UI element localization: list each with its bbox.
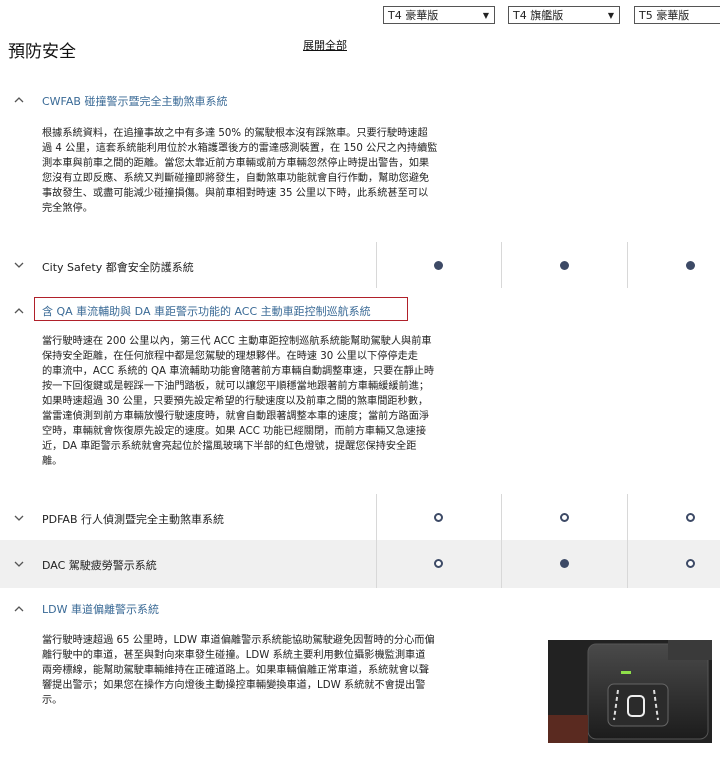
desc-line: 響提出警示；如果您在操作方向燈後主動操控車輛變換車道，LDW 系統就不會提出警 <box>42 680 426 691</box>
desc-line: 過 4 公里，這套系統能利用位於水箱護罩後方的雷達感測裝置，在 150 公尺之內… <box>42 143 438 154</box>
version-select-3[interactable]: T5 豪華版 <box>634 6 720 24</box>
desc-line: 離。 <box>42 456 63 467</box>
chevron-up-icon[interactable] <box>14 604 24 615</box>
section-desc-ldw: 當行駛時速超過 65 公里時，LDW 車道偏離警示系統能協助駕駛避免因暫時的分心… <box>42 633 502 708</box>
availability-dot <box>434 559 443 568</box>
availability-dot <box>434 261 443 270</box>
expand-all-link[interactable]: 展開全部 <box>303 37 347 53</box>
desc-line: 您沒有立即反應、系統又判斷碰撞即將發生，自動煞車功能就會自行作動，幫助您避免 <box>42 173 430 184</box>
section-title-dac[interactable]: DAC 駕駛疲勞警示系統 <box>42 557 157 573</box>
column-divider <box>376 540 377 588</box>
desc-line: 近，DA 車距警示系統就會亮起位於擋風玻璃下半部的紅色燈號，提醒您保持安全距 <box>42 441 417 452</box>
desc-line: 離行駛中的車道，甚至與對向來車發生碰撞。LDW 系統主要利用數位攝影機監測車道 <box>42 650 426 661</box>
availability-dot <box>686 261 695 270</box>
chevron-down-icon[interactable] <box>14 514 24 525</box>
section-title-cwfab[interactable]: CWFAB 碰撞警示暨完全主動煞車系統 <box>42 93 227 109</box>
availability-dot <box>560 261 569 270</box>
chevron-down-icon[interactable] <box>14 560 24 571</box>
section-title-city-safety[interactable]: City Safety 都會安全防護系統 <box>42 259 194 275</box>
version-select-2-label: T4 旗艦版 <box>513 9 564 22</box>
desc-line: 示。 <box>42 695 63 706</box>
column-divider <box>501 494 502 540</box>
column-divider <box>376 494 377 540</box>
section-title-pdfab[interactable]: PDFAB 行人偵測暨完全主動煞車系統 <box>42 511 224 527</box>
column-divider <box>627 242 628 288</box>
section-title-acc[interactable]: 含 QA 車流輔助與 DA 車距警示功能的 ACC 主動車距控制巡航系統 <box>42 303 371 319</box>
version-select-1-label: T4 豪華版 <box>388 9 439 22</box>
version-select-1[interactable]: T4 豪華版 ▼ <box>383 6 495 24</box>
desc-line: 測本車與前車之間的距離。當您太靠近前方車輛或前方車輛忽然停止時提出警告，如果 <box>42 158 430 169</box>
version-select-2[interactable]: T4 旗艦版 ▼ <box>508 6 620 24</box>
desc-line: 如果時速超過 30 公里，只要預先設定希望的行駛速度以及前車之間的煞車間距秒數， <box>42 396 429 407</box>
desc-line: 事故發生、或盡可能減少碰撞損傷。與前車相對時速 35 公里以下時，此系統甚至可以 <box>42 188 429 199</box>
column-divider <box>627 540 628 588</box>
dropdown-arrow-icon: ▼ <box>607 11 614 20</box>
chevron-down-icon[interactable] <box>14 261 24 272</box>
column-divider <box>376 242 377 288</box>
desc-line: 的車流中，ACC 系統的 QA 車流輔助功能會隨著前方車輛自動調整車速，只要在靜… <box>42 366 435 377</box>
section-desc-cwfab: 根據系統資料，在追撞事故之中有多達 50% 的駕駛根本沒有踩煞車。只要行駛時速超… <box>42 126 437 216</box>
section-desc-acc: 當行駛時速在 200 公里以內，第三代 ACC 主動車距控制巡航系統能幫助駕駛人… <box>42 334 434 469</box>
chevron-up-icon[interactable] <box>14 95 24 106</box>
availability-dot <box>686 559 695 568</box>
desc-line: 按一下回復鍵或是輕踩一下油門踏板，就可以讓您平順穩當地跟著前方車輛緩緩前進； <box>42 381 430 392</box>
column-divider <box>501 540 502 588</box>
desc-line: 保持安全距離，在任何旅程中都是您駕駛的理想夥伴。在時速 30 公里以下停停走走 <box>42 351 418 362</box>
desc-line: 當雷達偵測到前方車輛放慢行駛速度時，就會自動跟著調整本車的速度；當前方路面淨 <box>42 411 430 422</box>
chevron-up-icon[interactable] <box>14 306 24 317</box>
column-divider <box>627 494 628 540</box>
desc-line: 根據系統資料，在追撞事故之中有多達 50% 的駕駛根本沒有踩煞車。只要行駛時速超 <box>42 128 428 139</box>
section-title-ldw[interactable]: LDW 車道偏離警示系統 <box>42 601 159 617</box>
availability-dot <box>560 559 569 568</box>
page-title: 預防安全 <box>8 42 76 62</box>
ldw-dashboard-image <box>548 640 712 743</box>
desc-line: 完全煞停。 <box>42 203 93 214</box>
availability-dot <box>434 513 443 522</box>
dropdown-arrow-icon: ▼ <box>482 11 489 20</box>
desc-line: 兩旁標線，能幫助駕駛車輛維持在正確道路上。如果車輛偏離正常車道，系統就會以聲 <box>42 665 430 676</box>
version-select-3-label: T5 豪華版 <box>639 9 690 22</box>
column-divider <box>501 242 502 288</box>
desc-line: 當行駛時速超過 65 公里時，LDW 車道偏離警示系統能協助駕駛避免因暫時的分心… <box>42 635 435 646</box>
desc-line: 當行駛時速在 200 公里以內，第三代 ACC 主動車距控制巡航系統能幫助駕駛人… <box>42 336 432 347</box>
availability-dot <box>560 513 569 522</box>
availability-dot <box>686 513 695 522</box>
desc-line: 空時，車輛就會恢復原先設定的速度。如果 ACC 功能已經關閉，而前方車輛又急速接 <box>42 426 427 437</box>
